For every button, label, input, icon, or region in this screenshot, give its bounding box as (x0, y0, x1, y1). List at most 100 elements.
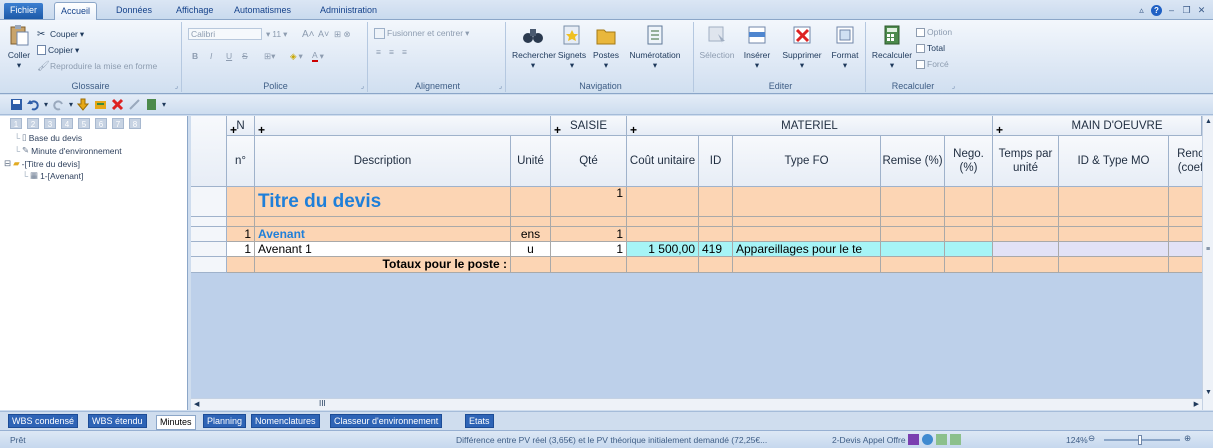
group-header-main-oeuvre[interactable]: + MAIN D'OEUVRE (993, 116, 1202, 136)
zoom-slider[interactable] (1104, 439, 1180, 441)
tab-fichier[interactable]: Fichier (4, 3, 44, 19)
grid-cell-rend[interactable] (1169, 257, 1202, 273)
dialog-launcher-icon[interactable]: ⌟ (499, 82, 502, 90)
grid-cell-description[interactable]: Avenant (255, 227, 511, 242)
dialog-launcher-icon[interactable]: ⌟ (952, 82, 955, 90)
supprimer-button[interactable]: Supprimer ▾ (778, 24, 826, 70)
sheet-tab-wbs-etendu[interactable]: WBS étendu (88, 414, 147, 428)
col-header-nego[interactable]: Nego. (%) (945, 136, 993, 187)
sheet-tab-minutes[interactable]: Minutes (156, 415, 196, 430)
sheet-tab-nomenclatures[interactable]: Nomenclatures (251, 414, 320, 428)
expand-icon[interactable]: + (554, 124, 561, 136)
row-header[interactable] (191, 242, 227, 257)
scroll-up-icon[interactable]: ▲ (1205, 118, 1212, 125)
recalculer-button[interactable]: Recalculer ▾ (870, 24, 914, 70)
fill-color-button[interactable]: ◈ ▾ (290, 50, 303, 62)
level-2-button[interactable]: 2 (27, 118, 39, 129)
col-header-unite[interactable]: Unité (511, 136, 551, 187)
level-7-button[interactable]: 7 (112, 118, 124, 129)
zoom-out-icon[interactable]: ⊖ (1088, 433, 1095, 444)
grid-cell-qte[interactable]: 1 (551, 187, 627, 217)
scroll-thumb[interactable]: ≡ (1206, 246, 1210, 253)
tree-node-avenant[interactable]: └ ▦ 1-[Avenant] (22, 170, 83, 181)
group-header-saisie[interactable]: + SAISIE (551, 116, 627, 136)
grid-cell-unite[interactable] (511, 257, 551, 273)
grid-cell-temps[interactable] (993, 217, 1059, 227)
bold-button[interactable]: B (192, 50, 198, 62)
insert-line-icon[interactable] (94, 98, 107, 111)
grid-view-icon[interactable] (908, 434, 919, 445)
sheet-tab-classeur[interactable]: Classeur d'environnement (330, 414, 443, 428)
col-header-id-type-mo[interactable]: ID & Type MO (1059, 136, 1169, 187)
help-icon[interactable]: ? (1151, 4, 1162, 16)
import-icon[interactable] (77, 98, 90, 111)
col-header-id[interactable]: ID (699, 136, 733, 187)
grid-cell-n[interactable] (227, 257, 255, 273)
grid-cell-type_fo[interactable] (733, 227, 881, 242)
grid-cell-cout[interactable] (627, 187, 699, 217)
font-size-select[interactable]: ▾ 11 ▾ (266, 28, 287, 40)
col-header-type-fo[interactable]: Type FO (733, 136, 881, 187)
grid-cell-cout[interactable] (627, 227, 699, 242)
grid-cell-id[interactable] (699, 217, 733, 227)
grid-cell-cout[interactable] (627, 217, 699, 227)
strike-button[interactable]: S (242, 50, 248, 62)
postes-button[interactable]: Postes ▾ (590, 24, 622, 70)
collapse-icon[interactable]: ⊟ (4, 158, 11, 169)
expand-icon[interactable]: + (630, 124, 637, 136)
grid-cell-temps[interactable] (993, 242, 1059, 257)
grid-cell-nego[interactable] (945, 217, 993, 227)
grid-cell-remise[interactable] (881, 217, 945, 227)
grid-cell-id_type_mo[interactable] (1059, 217, 1169, 227)
chevron-down-icon[interactable]: ▾ (44, 100, 48, 109)
tab-donnees[interactable]: Données (110, 2, 158, 20)
expand-icon[interactable]: + (258, 124, 265, 136)
grid-cell-n[interactable] (227, 217, 255, 227)
grid-cell-type_fo[interactable] (733, 217, 881, 227)
grid-cell-remise[interactable] (881, 242, 945, 257)
grid-cell-n[interactable]: 1 (227, 242, 255, 257)
grid-cell-cout[interactable]: 1 500,00 (627, 242, 699, 257)
calc-view-icon[interactable] (950, 434, 961, 445)
grid-cell-temps[interactable] (993, 187, 1059, 217)
refresh-icon[interactable] (922, 434, 933, 445)
inserer-button[interactable]: Insérer ▾ (738, 24, 776, 70)
grow-font-button[interactable]: A˄ (302, 28, 315, 40)
option-checkbox[interactable]: Option (916, 26, 952, 38)
force-checkbox[interactable]: Forcé (916, 58, 949, 70)
level-8-button[interactable]: 8 (129, 118, 141, 129)
grid-cell-id_type_mo[interactable] (1059, 187, 1169, 217)
align-center-icon[interactable]: ≡ (389, 47, 394, 57)
col-header-n[interactable]: n° (227, 136, 255, 187)
grid-cell-n[interactable] (227, 187, 255, 217)
tab-administration[interactable]: Administration (314, 2, 383, 20)
dialog-launcher-icon[interactable]: ⌟ (361, 82, 364, 90)
tab-affichage[interactable]: Affichage (170, 2, 219, 20)
sheet-tab-etats[interactable]: Etats (465, 414, 494, 428)
col-header-cout[interactable]: Coût unitaire (627, 136, 699, 187)
numerotation-button[interactable]: Numérotation ▾ (624, 24, 686, 70)
group-header-materiel[interactable]: + MATERIEL (627, 116, 993, 136)
grid-cell-unite[interactable]: u (511, 242, 551, 257)
grid-cell-type_fo[interactable] (733, 257, 881, 273)
scroll-right-icon[interactable]: ▶ (1194, 400, 1199, 408)
grid-cell-id_type_mo[interactable] (1059, 242, 1169, 257)
save-icon[interactable] (10, 98, 23, 111)
grid-cell-rend[interactable] (1169, 242, 1202, 257)
grid-cell-description[interactable]: Totaux pour le poste : (255, 257, 511, 273)
customize-toolbar-icon[interactable]: ▾ (162, 100, 166, 109)
col-header-temps[interactable]: Temps par unité (993, 136, 1059, 187)
grid-cell-id[interactable] (699, 187, 733, 217)
level-6-button[interactable]: 6 (95, 118, 107, 129)
calculator-small-icon[interactable] (145, 98, 158, 111)
font-color-button[interactable]: A ▾ (312, 50, 324, 62)
total-checkbox[interactable]: Total (916, 42, 945, 54)
close-icon[interactable]: ✕ (1196, 5, 1207, 16)
grid-cell-type_fo[interactable]: Appareillages pour le te (733, 242, 881, 257)
scroll-thumb-grip[interactable]: III (319, 399, 326, 408)
borders-button[interactable]: ⊞▾ (264, 50, 275, 62)
grid-cell-nego[interactable] (945, 187, 993, 217)
edit-icon[interactable] (128, 98, 141, 111)
grid-cell-unite[interactable] (511, 187, 551, 217)
shrink-font-button[interactable]: A˅ (318, 28, 329, 40)
